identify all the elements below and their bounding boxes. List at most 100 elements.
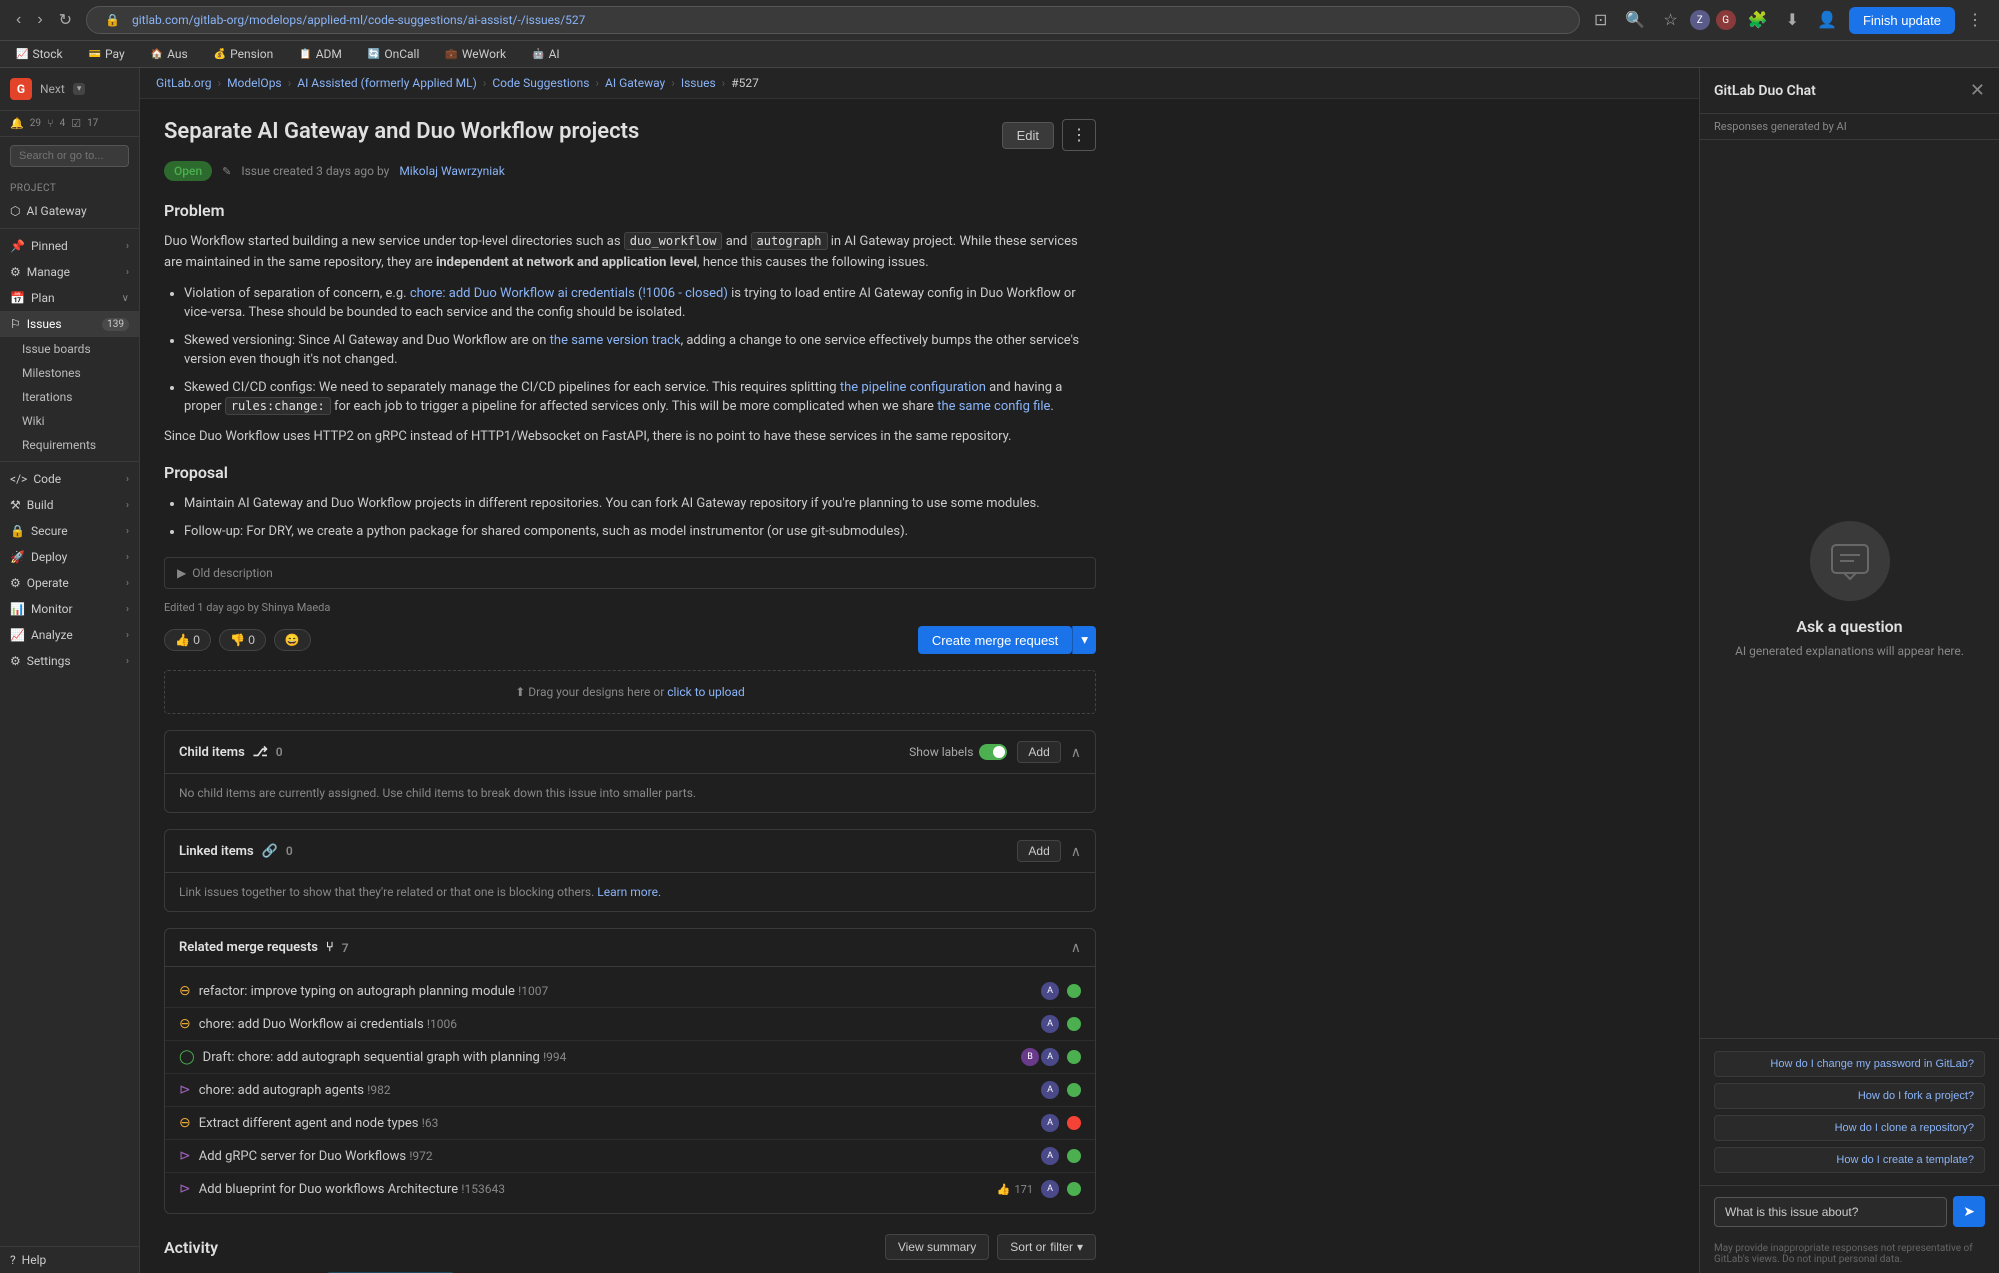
bookmark-ai[interactable]: 🤖 AI <box>526 45 566 63</box>
mr-item-994: ◯ Draft: chore: add autograph sequential… <box>165 1041 1095 1074</box>
sidebar-sub-item-milestones[interactable]: Milestones <box>0 361 139 385</box>
mr-item-153643: ⊳ Add blueprint for Duo workflows Archit… <box>165 1173 1095 1205</box>
mr-994-title[interactable]: Draft: chore: add autograph sequential g… <box>203 1050 1013 1065</box>
linked-items-add-button[interactable]: Add <box>1017 840 1060 862</box>
learn-more-link[interactable]: Learn more. <box>597 885 661 899</box>
mr-153643-title[interactable]: Add blueprint for Duo workflows Architec… <box>199 1182 989 1197</box>
mr-972-title[interactable]: Add gRPC server for Duo Workflows !972 <box>199 1149 1033 1164</box>
profile-avatar-1[interactable]: Z <box>1690 10 1710 30</box>
bookmark-star-icon[interactable]: ☆ <box>1657 8 1683 32</box>
duo-chat-close-button[interactable]: ✕ <box>1970 80 1985 101</box>
notification-icon[interactable]: 🔔 <box>10 117 24 130</box>
sidebar-item-settings[interactable]: ⚙ Settings › <box>0 648 139 674</box>
code-label: Code <box>33 472 61 486</box>
search-input[interactable] <box>10 145 129 167</box>
search-icon[interactable]: 🔍 <box>1619 8 1651 32</box>
mr-982-title[interactable]: chore: add autograph agents !982 <box>199 1083 1033 1098</box>
sidebar-item-analyze[interactable]: 📈 Analyze › <box>0 622 139 648</box>
bookmark-oncall[interactable]: 🔄 OnCall <box>362 45 426 63</box>
sidebar-sub-item-iterations[interactable]: Iterations <box>0 385 139 409</box>
bookmark-adm[interactable]: 📋 ADM <box>293 45 348 63</box>
view-summary-button[interactable]: View summary <box>885 1234 989 1260</box>
sidebar-item-manage[interactable]: ⚙ Manage › <box>0 259 139 285</box>
related-mrs-collapse-button[interactable]: ∧ <box>1071 939 1081 956</box>
duo-suggestion-3[interactable]: How do I clone a repository? <box>1714 1115 1985 1141</box>
duo-suggestion-2[interactable]: How do I fork a project? <box>1714 1083 1985 1109</box>
address-bar[interactable]: 🔒 gitlab.com/gitlab-org/modelops/applied… <box>86 6 1580 34</box>
code-duo-workflow: duo_workflow <box>624 232 723 250</box>
sidebar-item-deploy[interactable]: 🚀 Deploy › <box>0 544 139 570</box>
breadcrumb-gitlab[interactable]: GitLab.org <box>156 76 211 90</box>
reload-button[interactable]: ↻ <box>53 8 78 32</box>
duo-suggestion-4[interactable]: How do I create a template? <box>1714 1147 1985 1173</box>
forward-button[interactable]: › <box>31 8 48 32</box>
issue-author-link[interactable]: Mikolaj Wawrzyniak <box>399 164 504 178</box>
profiles-icon[interactable]: 👤 <box>1811 8 1843 32</box>
breadcrumb-gateway[interactable]: AI Gateway <box>605 76 665 90</box>
sidebar-sub-item-wiki[interactable]: Wiki <box>0 409 139 433</box>
sidebar-item-gateway[interactable]: ⬡ AI Gateway <box>0 198 139 224</box>
sidebar-sub-item-requirements[interactable]: Requirements <box>0 433 139 457</box>
duo-suggestion-1[interactable]: How do I change my password in GitLab? <box>1714 1051 1985 1077</box>
more-options-button[interactable]: ⋮ <box>1062 119 1096 151</box>
emoji-reaction[interactable]: 😄 <box>274 629 311 651</box>
sidebar-item-plan[interactable]: 📅 Plan ∨ <box>0 285 139 311</box>
breadcrumb-sep-6: › <box>722 76 726 90</box>
old-description-toggle[interactable]: ▶ Old description <box>177 566 1083 580</box>
bullet-link-3[interactable]: the pipeline configuration <box>840 380 986 395</box>
bookmark-pay[interactable]: 💳 Pay <box>83 45 131 63</box>
click-to-upload-link[interactable]: click to upload <box>667 685 745 699</box>
sidebar-sub-item-boards[interactable]: Issue boards <box>0 337 139 361</box>
status-badge: Open <box>164 161 212 181</box>
bookmark-pension[interactable]: 💰 Pension <box>208 45 280 63</box>
create-mr-dropdown-button[interactable]: ▾ <box>1072 626 1096 654</box>
sidebar-item-issues[interactable]: ⚐ Issues 139 <box>0 311 139 337</box>
child-items-collapse-button[interactable]: ∧ <box>1071 744 1081 761</box>
drag-upload-area[interactable]: ⬆ Drag your designs here or click to upl… <box>164 670 1096 714</box>
sidebar-item-secure[interactable]: 🔒 Secure › <box>0 518 139 544</box>
sidebar-item-pinned[interactable]: 📌 Pinned › <box>0 233 139 259</box>
linked-items-collapse-button[interactable]: ∧ <box>1071 843 1081 860</box>
child-items-add-button[interactable]: Add <box>1017 741 1060 763</box>
pin-icon: 📌 <box>10 239 25 253</box>
breadcrumb-code-suggestions[interactable]: Code Suggestions <box>492 76 589 90</box>
bookmark-aus[interactable]: 🏠 Aus <box>145 45 194 63</box>
profile-avatar-2[interactable]: G <box>1716 10 1736 30</box>
show-labels-switch[interactable] <box>979 744 1007 760</box>
breadcrumb-ai-assisted[interactable]: AI Assisted (formerly Applied ML) <box>297 76 477 90</box>
bullet-link-1[interactable]: chore: add Duo Workflow ai credentials (… <box>410 286 728 301</box>
extensions-icon[interactable]: 🧩 <box>1742 8 1774 32</box>
sidebar-item-monitor[interactable]: 📊 Monitor › <box>0 596 139 622</box>
breadcrumb-modelops[interactable]: ModelOps <box>227 76 282 90</box>
mr-63-title[interactable]: Extract different agent and node types !… <box>199 1116 1033 1131</box>
back-button[interactable]: ‹ <box>10 8 27 32</box>
gitlab-logo[interactable]: G <box>10 78 32 100</box>
edit-button[interactable]: Edit <box>1002 122 1054 149</box>
sort-or-filter-button[interactable]: Sort or filter ▾ <box>997 1234 1096 1260</box>
bookmark-wework[interactable]: 💼 WeWork <box>439 45 512 63</box>
sidebar-item-operate[interactable]: ⚙ Operate › <box>0 570 139 596</box>
duo-chat-send-button[interactable]: ➤ <box>1953 1196 1985 1227</box>
operate-chevron: › <box>126 578 129 589</box>
sidebar-help-item[interactable]: ? Help <box>0 1246 139 1273</box>
bullet-link-2[interactable]: the same version track <box>550 333 681 348</box>
bullet-link-4[interactable]: the same config file <box>937 399 1050 414</box>
analyze-chevron: › <box>126 630 129 641</box>
todo-icon[interactable]: ☑ <box>71 117 81 130</box>
bookmark-stock[interactable]: 📈 Stock <box>10 45 69 63</box>
thumbs-down-reaction[interactable]: 👎 0 <box>219 629 266 651</box>
breadcrumb-issues[interactable]: Issues <box>681 76 716 90</box>
mr-1007-title[interactable]: refactor: improve typing on autograph pl… <box>199 984 1033 999</box>
screenshot-icon[interactable]: ⊡ <box>1588 8 1613 32</box>
merge-request-icon[interactable]: ⑂ <box>47 117 54 130</box>
thumbs-up-reaction[interactable]: 👍 0 <box>164 629 211 651</box>
sidebar-item-code[interactable]: </> Code › <box>0 466 139 492</box>
mr-1006-title[interactable]: chore: add Duo Workflow ai credentials !… <box>199 1017 1033 1032</box>
menu-icon[interactable]: ⋮ <box>1961 8 1989 32</box>
finish-update-button[interactable]: Finish update <box>1849 7 1955 34</box>
create-merge-request-button[interactable]: Create merge request <box>918 626 1072 654</box>
download-icon[interactable]: ⬇ <box>1780 8 1805 32</box>
bookmark-aus-icon: 🏠 <box>151 49 163 60</box>
duo-chat-input[interactable] <box>1714 1197 1947 1227</box>
sidebar-item-build[interactable]: ⚒ Build › <box>0 492 139 518</box>
